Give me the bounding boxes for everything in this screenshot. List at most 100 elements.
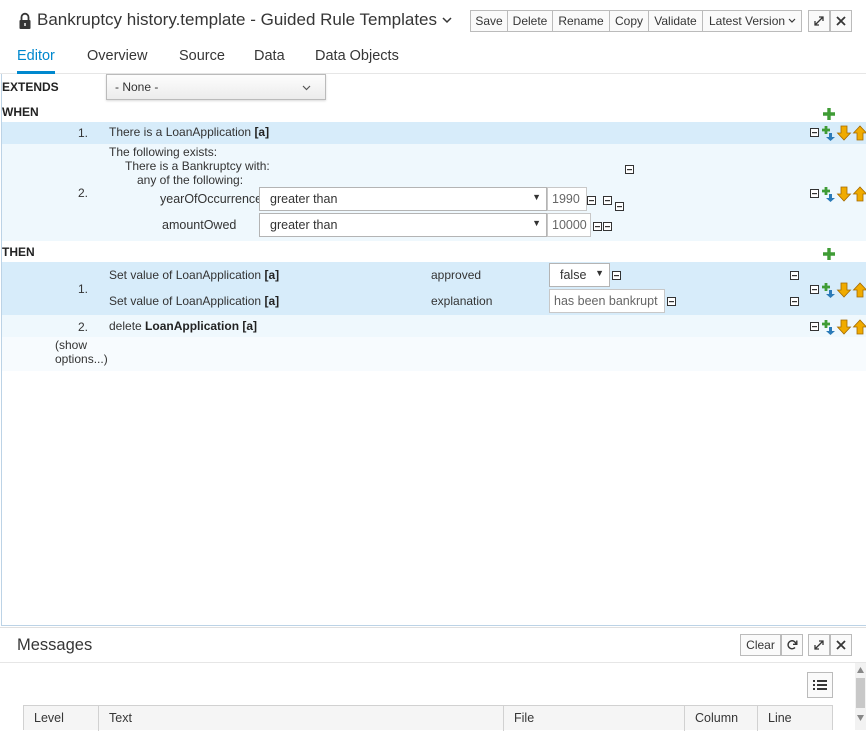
extends-value: - None - [115, 80, 159, 94]
move-up-icon[interactable] [852, 125, 866, 141]
remove-row-icon[interactable] [810, 189, 819, 198]
list-icon [813, 680, 827, 690]
chevron-down-icon[interactable] [441, 12, 453, 28]
scroll-down-icon[interactable] [857, 715, 864, 721]
field-label-yearofoccurrence: yearOfOccurrence [160, 192, 263, 206]
close-button[interactable] [830, 10, 852, 32]
bankruptcy-pattern-text[interactable]: There is a Bankruptcy with: [125, 159, 270, 173]
expand-icon [814, 16, 824, 26]
explanation-input[interactable]: has been bankrupt [549, 289, 665, 313]
move-down-icon[interactable] [836, 282, 852, 298]
move-down-icon[interactable] [836, 125, 852, 141]
dropdown-arrow-icon: ▼ [532, 218, 541, 228]
move-up-icon[interactable] [852, 319, 866, 335]
operator-select-yearofoccurrence[interactable]: greater than ▼ [259, 187, 547, 211]
messages-table-header: Level Text File Column Line [23, 705, 833, 731]
extends-label: EXTENDS [2, 80, 59, 94]
delete-action-text[interactable]: delete LoanApplication [a] [109, 319, 257, 333]
refresh-button[interactable] [781, 634, 803, 656]
divider [0, 662, 866, 663]
tab-source[interactable]: Source [179, 48, 225, 74]
remove-constraint-icon[interactable] [587, 196, 596, 205]
row-number: 2. [77, 320, 88, 334]
add-action-icon[interactable] [821, 246, 837, 262]
row-number: 2. [77, 186, 88, 200]
insert-row-icon[interactable] [820, 319, 836, 335]
remove-row-icon[interactable] [810, 285, 819, 294]
expand-icon [814, 640, 824, 650]
validate-button[interactable]: Validate [648, 10, 703, 32]
insert-row-icon[interactable] [820, 125, 836, 141]
column-header-column[interactable]: Column [695, 711, 738, 725]
dropdown-arrow-icon: ▼ [532, 192, 541, 202]
action-text-explanation[interactable]: Set value of LoanApplication [a] [109, 294, 279, 308]
remove-constraint-icon[interactable] [593, 222, 602, 231]
remove-constraint-group-icon[interactable] [625, 165, 634, 174]
close-button[interactable] [830, 634, 852, 656]
maximize-button[interactable] [808, 10, 830, 32]
remove-row-icon[interactable] [810, 322, 819, 331]
column-header-text[interactable]: Text [109, 711, 132, 725]
latest-version-dropdown[interactable]: Latest Version [702, 10, 802, 32]
tab-editor[interactable]: Editor [17, 48, 55, 74]
caret-down-icon [788, 18, 796, 23]
editor-header: Bankruptcy history.template - Guided Rul… [0, 0, 866, 42]
page-title: Bankruptcy history.template - Guided Rul… [37, 10, 438, 29]
close-icon [836, 16, 846, 26]
any-of-following-text[interactable]: any of the following: [137, 173, 243, 187]
show-options-link[interactable]: (show options...) [55, 338, 108, 366]
vertical-scrollbar[interactable] [855, 663, 866, 730]
latest-version-label: Latest Version [709, 14, 786, 28]
field-label-explanation: explanation [431, 294, 493, 308]
remove-field-icon[interactable] [612, 271, 621, 280]
clear-button[interactable]: Clear [740, 634, 781, 656]
move-up-icon[interactable] [852, 186, 866, 202]
tab-data-objects[interactable]: Data Objects [315, 48, 399, 74]
remove-constraint-icon[interactable] [603, 222, 612, 231]
extends-select[interactable]: - None - [106, 74, 326, 100]
operator-select-amountowed[interactable]: greater than ▼ [259, 213, 547, 237]
insert-row-icon[interactable] [820, 282, 836, 298]
remove-action-icon[interactable] [790, 297, 799, 306]
move-down-icon[interactable] [836, 319, 852, 335]
field-label-approved: approved [431, 268, 482, 282]
delete-button[interactable]: Delete [507, 10, 553, 32]
remove-constraint-icon[interactable] [603, 196, 612, 205]
tab-overview[interactable]: Overview [87, 48, 147, 74]
rename-button[interactable]: Rename [552, 10, 610, 32]
scrollbar-thumb[interactable] [856, 678, 865, 708]
move-up-icon[interactable] [852, 282, 866, 298]
column-divider [757, 706, 758, 731]
copy-button[interactable]: Copy [609, 10, 649, 32]
tab-data[interactable]: Data [254, 48, 285, 74]
operator-value: greater than [270, 218, 338, 232]
column-header-level[interactable]: Level [34, 711, 64, 725]
column-picker-button[interactable] [807, 672, 833, 698]
insert-row-icon[interactable] [820, 186, 836, 202]
messages-panel: Messages Clear Level Text File Column Li… [0, 627, 866, 731]
row-number: 1. [77, 282, 88, 296]
remove-field-icon[interactable] [667, 297, 676, 306]
operator-value: greater than [270, 192, 338, 206]
when-label: WHEN [2, 105, 39, 119]
action-text-approved[interactable]: Set value of LoanApplication [a] [109, 268, 279, 282]
value-input-yearofoccurrence[interactable]: 1990 [547, 187, 587, 211]
remove-row-icon[interactable] [810, 128, 819, 137]
column-divider [503, 706, 504, 731]
value-input-amountowed[interactable]: 10000 [547, 213, 591, 237]
maximize-button[interactable] [808, 634, 830, 656]
remove-action-icon[interactable] [790, 271, 799, 280]
remove-constraint-icon[interactable] [615, 202, 624, 211]
condition-pattern-text[interactable]: There is a LoanApplication [a] [109, 125, 269, 139]
column-header-line[interactable]: Line [768, 711, 792, 725]
exists-text[interactable]: The following exists: [109, 145, 217, 159]
scroll-up-icon[interactable] [857, 667, 864, 673]
dropdown-arrow-icon: ▼ [595, 268, 604, 278]
messages-title: Messages [17, 636, 93, 654]
move-down-icon[interactable] [836, 186, 852, 202]
save-button[interactable]: Save [470, 10, 508, 32]
approved-value-select[interactable]: false ▼ [549, 263, 610, 287]
refresh-icon [787, 640, 798, 650]
column-header-file[interactable]: File [514, 711, 534, 725]
add-condition-icon[interactable] [821, 106, 837, 122]
